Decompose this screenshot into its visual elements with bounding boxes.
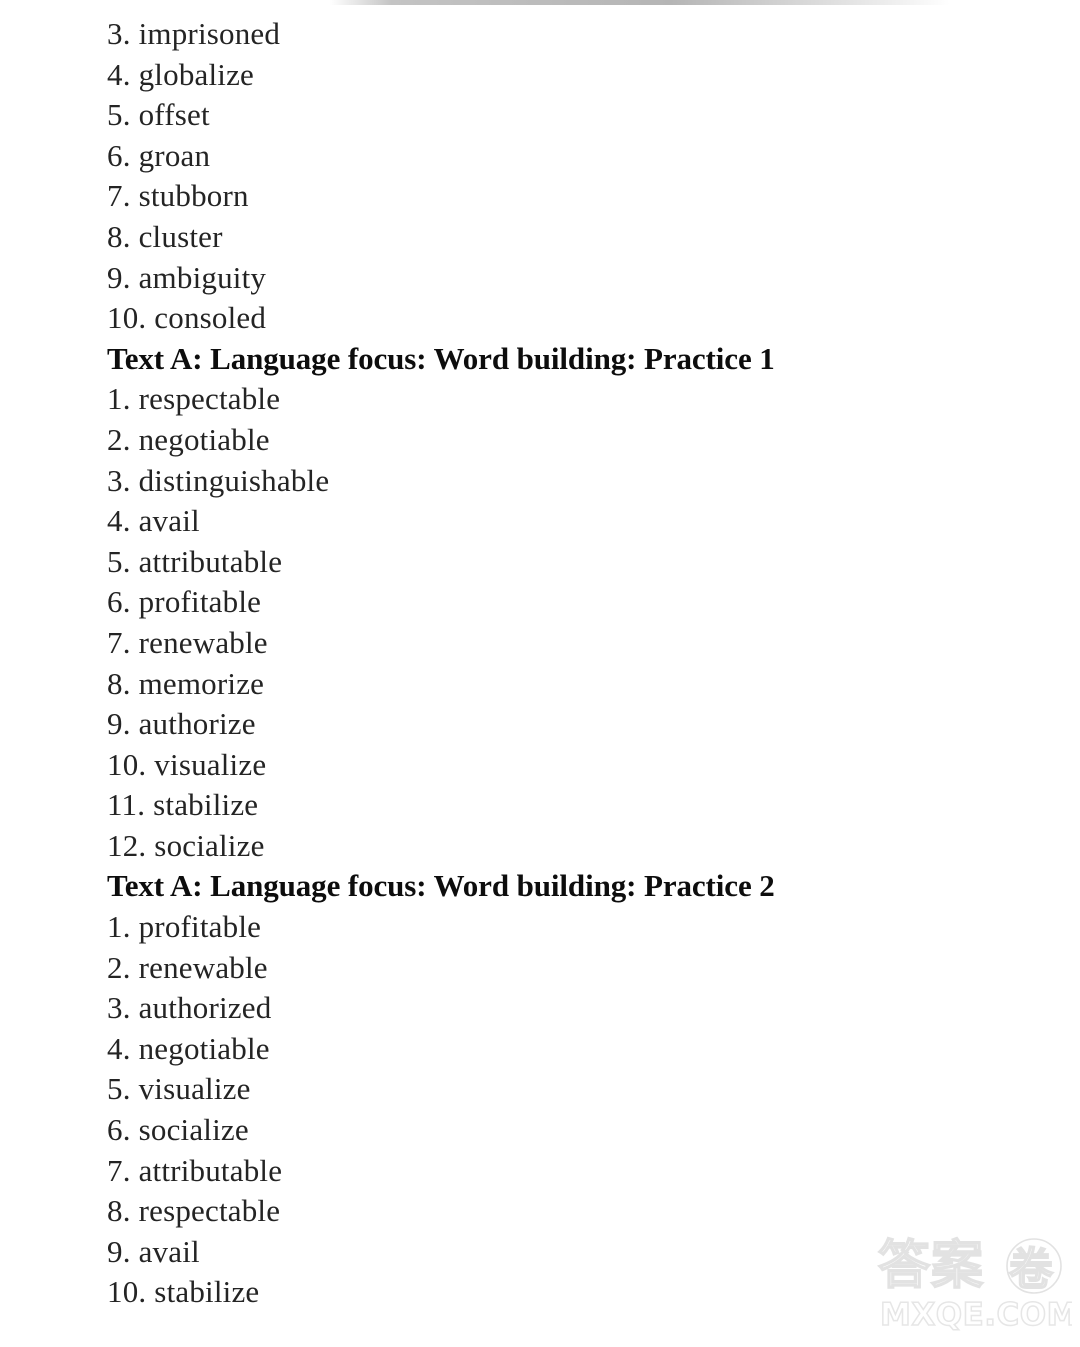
list-item: 1. profitable: [107, 909, 262, 945]
list-item: 8. cluster: [107, 218, 223, 254]
list-item: 7. attributable: [107, 1152, 283, 1188]
list-item: 2. negotiable: [107, 421, 270, 457]
answer-list-continued: 3. imprisoned 4. globalize 5. offset 6. …: [0, 14, 1080, 339]
list-item: 4. globalize: [107, 56, 255, 92]
list-item: 6. socialize: [107, 1112, 249, 1148]
list-item: 9. authorize: [107, 706, 256, 742]
list-item: 5. visualize: [107, 1071, 251, 1107]
section-heading-practice-2: Text A: Language focus: Word building: P…: [107, 868, 775, 904]
scan-edge-artifact: [330, 0, 950, 5]
list-item: 9. avail: [107, 1233, 200, 1269]
list-item: 8. respectable: [107, 1193, 281, 1229]
list-item: 8. memorize: [107, 665, 265, 701]
list-item: 4. avail: [107, 503, 200, 539]
list-item: 6. groan: [107, 137, 211, 173]
list-item: 10. visualize: [107, 746, 267, 782]
list-item: 6. profitable: [107, 584, 262, 620]
list-item: 9. ambiguity: [107, 259, 267, 295]
list-item: 10. stabilize: [107, 1274, 260, 1310]
list-item: 2. renewable: [107, 949, 268, 985]
section-heading-practice-1: Text A: Language focus: Word building: P…: [107, 340, 775, 376]
list-item: 12. socialize: [107, 827, 265, 863]
list-item: 1. respectable: [107, 381, 281, 417]
list-item: 7. stubborn: [107, 178, 249, 214]
list-item: 7. renewable: [107, 624, 268, 660]
document-page: 3. imprisoned 4. globalize 5. offset 6. …: [0, 0, 1080, 1347]
list-item: 3. authorized: [107, 990, 272, 1026]
list-item: 3. imprisoned: [107, 16, 281, 51]
answer-list-practice-1: 1. respectable 2. negotiable 3. distingu…: [0, 379, 1080, 866]
list-item: 5. offset: [107, 97, 210, 133]
answer-list-practice-2: 1. profitable 2. renewable 3. authorized…: [0, 907, 1080, 1313]
list-item: 11. stabilize: [107, 787, 259, 823]
list-item: 3. distinguishable: [107, 462, 330, 498]
list-item: 10. consoled: [107, 300, 267, 336]
list-item: 5. attributable: [107, 543, 283, 579]
list-item: 4. negotiable: [107, 1030, 270, 1066]
